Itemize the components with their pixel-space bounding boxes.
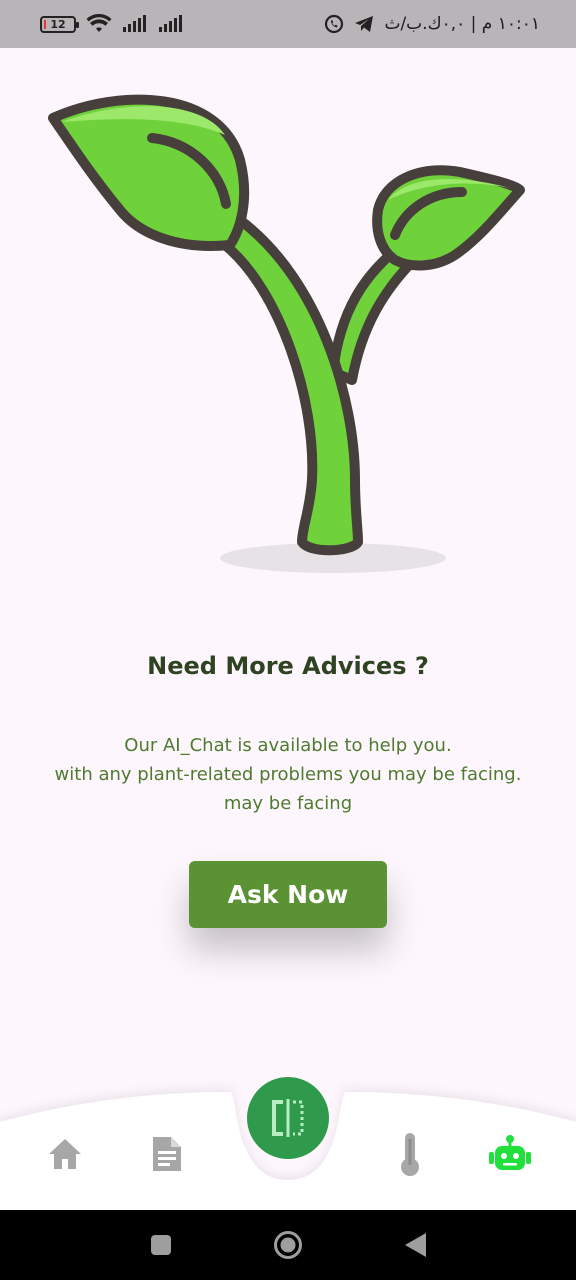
description-line-1: Our AI_Chat is available to help you. (124, 735, 452, 756)
telegram-icon (355, 16, 374, 32)
document-icon (153, 1137, 181, 1171)
back-icon (405, 1233, 426, 1257)
battery-icon: 12 (40, 15, 79, 33)
nav-temperature[interactable] (388, 1132, 432, 1176)
home-icon (49, 1139, 81, 1169)
scan-button[interactable] (247, 1077, 329, 1159)
nav-ai-chat[interactable] (488, 1132, 532, 1176)
thermometer-icon (401, 1133, 419, 1176)
status-bar: 12 ١٠:٠١ م | ٠,٠ك.ب/ث (0, 0, 576, 48)
sprout-illustration (48, 94, 525, 573)
page-heading: Need More Advices ? (147, 652, 429, 680)
robot-icon (489, 1135, 531, 1170)
signal-icon (123, 15, 146, 32)
status-time: ١٠:٠١ م | ٠,٠ك.ب/ث (384, 14, 540, 34)
description-text: Our AI_Chat is available to help you. wi… (20, 731, 556, 818)
right-leaf (372, 165, 525, 271)
description-line-2: with any plant-related problems you may … (54, 764, 522, 785)
signal-icon-2 (159, 15, 182, 32)
system-nav-bar (0, 1210, 576, 1280)
nav-documents[interactable] (144, 1132, 188, 1176)
battery-level: 12 (50, 17, 66, 31)
nav-home[interactable] (43, 1132, 87, 1176)
status-icons-left: 12 (40, 14, 184, 34)
ask-now-button[interactable]: Ask Now (189, 861, 387, 928)
home-circle-icon (274, 1231, 302, 1259)
main-stem (220, 215, 363, 556)
right-branch (328, 243, 417, 385)
whatsapp-icon (325, 14, 344, 34)
back-button[interactable] (400, 1230, 430, 1260)
status-icons-right: ١٠:٠١ م | ٠,٠ك.ب/ث (324, 14, 540, 34)
wifi-icon (86, 14, 112, 32)
home-system-button[interactable] (273, 1230, 303, 1260)
description-line-3: may be facing (223, 793, 353, 814)
recents-icon (151, 1235, 171, 1255)
recents-button[interactable] (146, 1230, 176, 1260)
scan-icon (272, 1099, 304, 1137)
